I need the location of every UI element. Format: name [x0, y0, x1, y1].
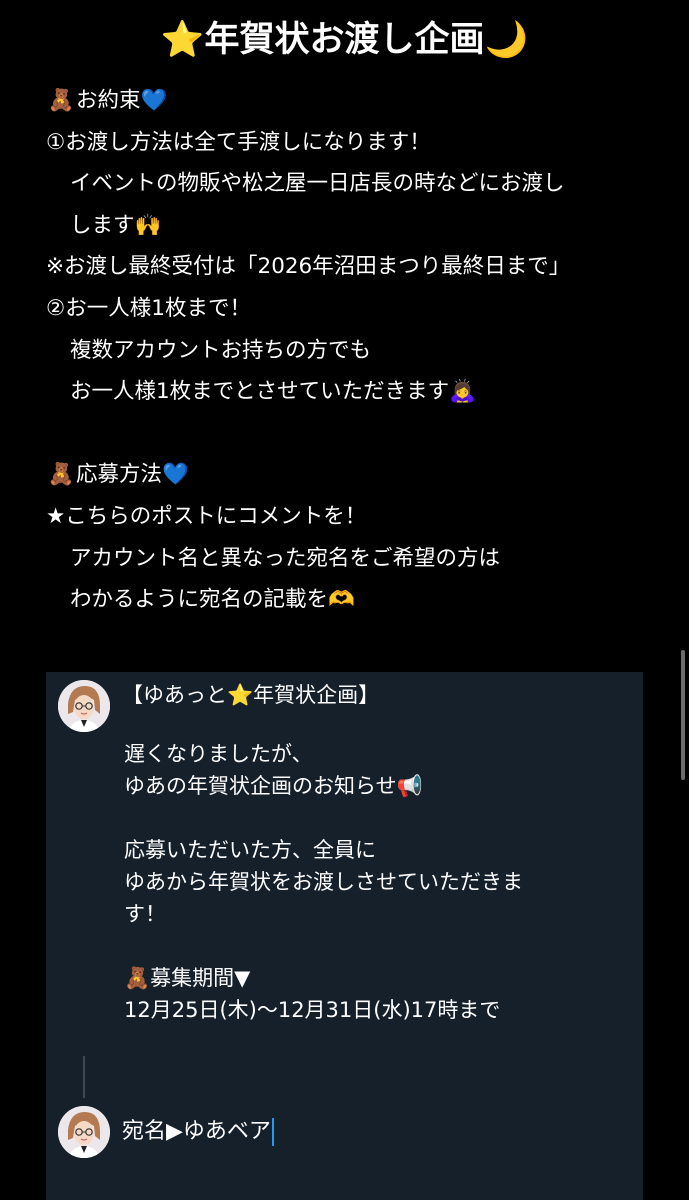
- rule-item-2: ②お一人様1枚まで！: [46, 295, 251, 321]
- post-line-2: ゆあの年賀状企画のお知らせ📢: [124, 774, 423, 798]
- embedded-post-body: 遅くなりましたが、 ゆあの年賀状企画のお知らせ📢 応募いただいた方、全員に ゆあ…: [124, 738, 624, 1026]
- post-line-4: ゆあから年賀状をお渡しさせていただきま: [124, 870, 523, 894]
- scrollbar[interactable]: [681, 650, 685, 780]
- text-cursor: [271, 1118, 274, 1146]
- teddy-bear-icon: 🧸: [47, 462, 75, 488]
- apply-item-1: ★こちらのポストにコメントを！: [46, 503, 367, 529]
- thread-connector-line: [83, 1056, 85, 1098]
- promise-heading: お約束: [76, 88, 141, 113]
- period-value: 12月25日(木)〜12月31日(水)17時まで: [124, 998, 501, 1022]
- post-line-1: 遅くなりましたが、: [124, 742, 313, 766]
- blue-heart-icon: 💙: [162, 462, 189, 488]
- rule-note: ※お渡し最終受付は「2026年沼田まつり最終日まで」: [46, 254, 571, 280]
- rule-item-1: ①お渡し方法は全て手渡しになります！: [46, 129, 431, 155]
- embedded-post-title: 【ゆあっと⭐️年賀状企画】: [122, 683, 380, 707]
- teddy-bear-icon: 🧸: [47, 88, 75, 113]
- apply-heading: 応募方法: [76, 462, 163, 488]
- apply-item-1-detail-1: アカウント名と異なった宛名をご希望の方は: [70, 545, 501, 571]
- rule-item-1-detail-2: します🙌: [70, 212, 162, 238]
- rule-item-1-detail-1: イベントの物販や松之屋一日店長の時などにお渡し: [70, 171, 565, 197]
- avatar[interactable]: [58, 680, 110, 732]
- apply-heading-line: 🧸応募方法💙: [46, 454, 676, 496]
- rule-item-2-detail-1: 複数アカウントお持ちの方でも: [70, 337, 372, 363]
- reply-input[interactable]: 宛名▶︎ゆあベア: [122, 1116, 274, 1148]
- blue-heart-icon: 💙: [140, 88, 168, 113]
- embedded-post-card[interactable]: 【ゆあっと⭐️年賀状企画】 遅くなりましたが、 ゆあの年賀状企画のお知らせ📢 応…: [46, 672, 643, 1200]
- period-heading: 🧸募集期間▼: [124, 966, 251, 990]
- promise-heading-line: 🧸お約束💙: [46, 80, 676, 122]
- avatar[interactable]: [58, 1106, 110, 1158]
- post-line-3: 応募いただいた方、全員に: [124, 838, 376, 862]
- apply-item-1-detail-2: わかるように宛名の記載を🫶: [70, 587, 355, 613]
- post-line-5: す！: [124, 902, 166, 926]
- page-title: ⭐️年賀状お渡し企画🌙: [160, 20, 529, 60]
- rules-section: 🧸お約束💙 ①お渡し方法は全て手渡しになります！ イベントの物販や松之屋一日店長…: [46, 80, 676, 621]
- rule-item-2-detail-2: お一人様1枚までとさせていただきます🙇‍♀️: [70, 379, 476, 405]
- reply-text: 宛名▶︎ゆあベア: [122, 1119, 271, 1144]
